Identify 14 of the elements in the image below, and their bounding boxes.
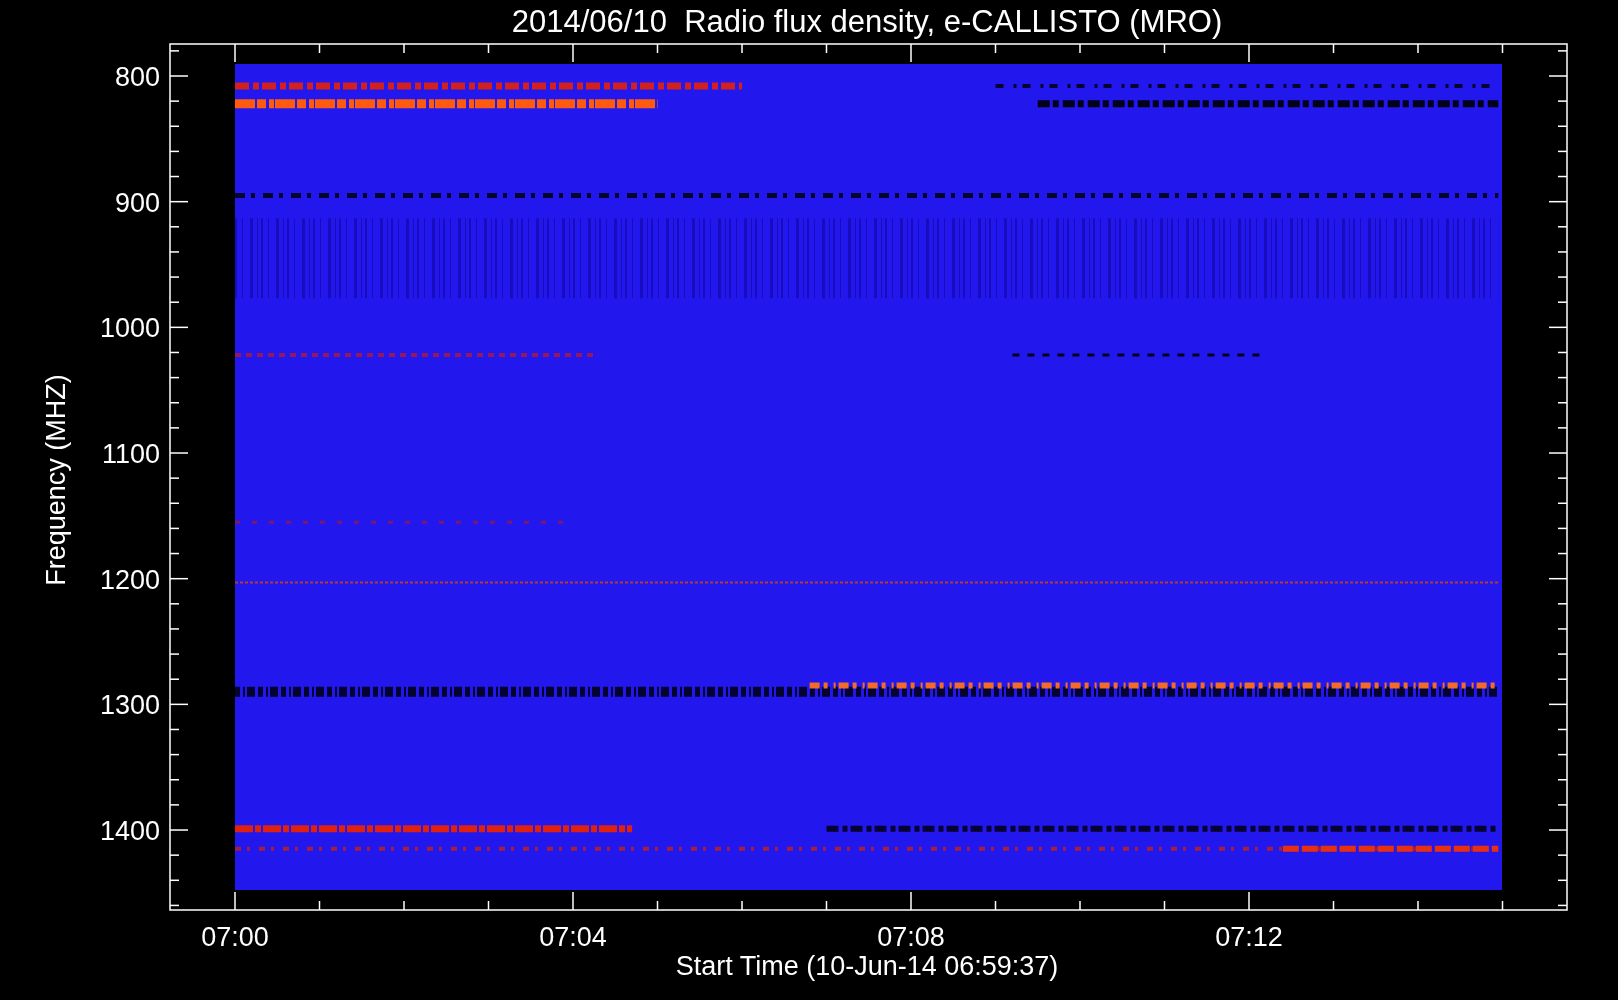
x-tick-label: 07:04 [539,922,607,952]
y-tick-label: 1200 [99,564,160,595]
y-tick-label: 1100 [101,439,160,469]
x-tick-label: 07:00 [201,922,269,952]
x-tick-label: 07:12 [1215,922,1283,952]
y-tick-label: 1300 [99,690,160,721]
y-tick-label: 1000 [99,313,160,344]
x-tick-label: 07:08 [877,922,945,952]
y-tick-label: 1400 [99,816,160,846]
y-tick-label: 800 [114,62,160,92]
y-axis-label: Frequency (MHZ) [41,374,71,586]
y-tick-label: 900 [114,187,160,218]
chart-title: 2014/06/10 Radio flux density, e-CALLISTO (MRO) [511,4,1223,39]
x-axis-label: Start Time (10-Jun-14 06:59:37) [675,951,1059,981]
